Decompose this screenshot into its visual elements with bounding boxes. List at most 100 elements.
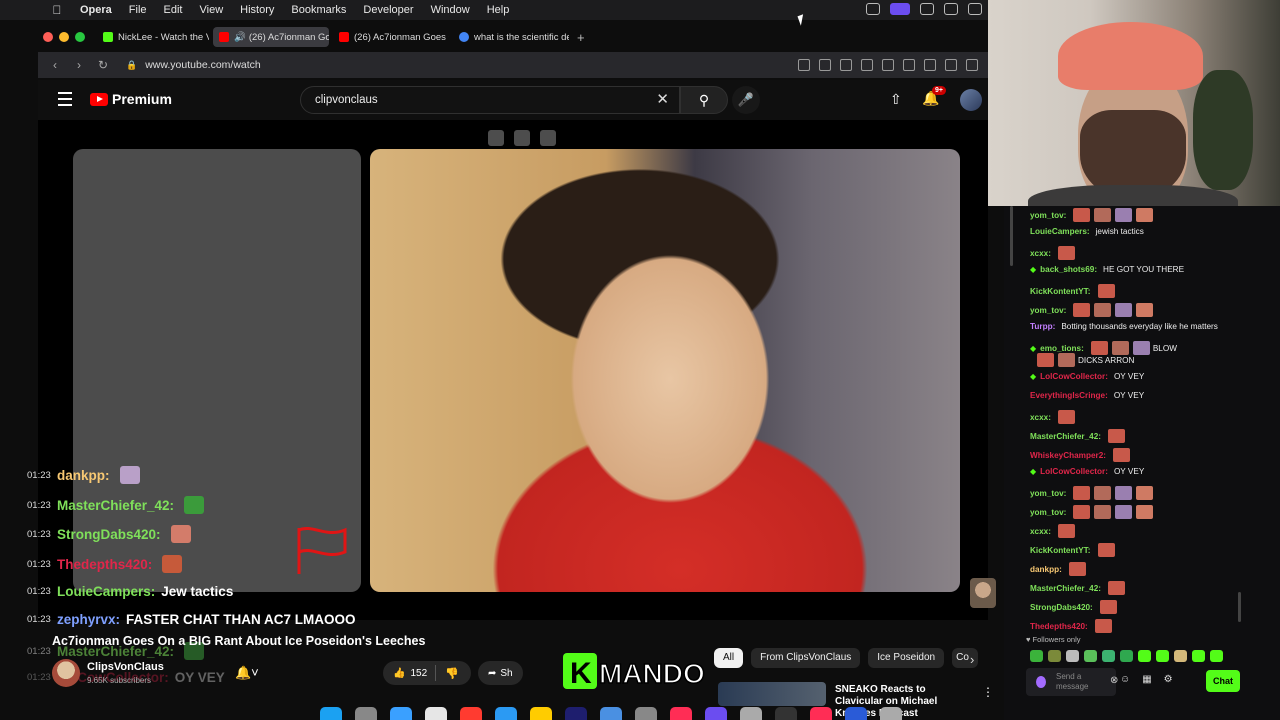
tab-youtube-active[interactable]: 🔊 (26) Ac7ionman Goes O (213, 27, 329, 47)
dock-app-icon[interactable] (740, 707, 762, 720)
chat-username[interactable]: dankpp: (1030, 565, 1062, 574)
shield-icon[interactable] (840, 59, 852, 71)
chat-username[interactable]: MasterChiefer_42: (1030, 584, 1101, 593)
camera-icon[interactable] (819, 59, 831, 71)
close-window-icon[interactable] (43, 32, 53, 42)
menu-file[interactable]: File (129, 4, 147, 16)
chat-username[interactable]: EverythingIsCringe: (1030, 391, 1108, 400)
dock-app-icon[interactable] (705, 707, 727, 720)
chat-username[interactable]: KickKontentYT: (1030, 287, 1091, 296)
dock-app-icon[interactable] (355, 707, 377, 720)
dock-app-icon[interactable] (495, 707, 517, 720)
chat-username[interactable]: xcxx: (1030, 413, 1051, 422)
play-icon[interactable] (861, 59, 873, 71)
recommended-video[interactable]: SNEAKO Reacts to Clavicular on Michael K… (718, 682, 994, 719)
clear-icon[interactable]: ⊗ (1110, 676, 1118, 686)
chat-username[interactable]: LolCowCollector: (1040, 467, 1108, 476)
chat-input[interactable]: Send a message ⊗ (1026, 668, 1118, 696)
new-tab-button[interactable]: + (577, 30, 585, 45)
more-options-icon[interactable]: ⋮ (982, 685, 994, 699)
back-icon[interactable]: ‹ (48, 58, 62, 72)
extension-icon[interactable] (966, 59, 978, 71)
window-icon[interactable] (968, 3, 982, 15)
dock-app-icon[interactable] (810, 707, 832, 720)
like-button[interactable]: 👍 152 (383, 665, 437, 681)
emote-icon[interactable] (1102, 650, 1115, 662)
dock-app-icon[interactable] (320, 707, 342, 720)
scrollbar[interactable] (1010, 206, 1013, 266)
chat-username[interactable]: yom_tov: (1030, 211, 1066, 220)
chat-username[interactable]: LolCowCollector: (1040, 372, 1108, 381)
menu-window[interactable]: Window (431, 4, 470, 16)
dislike-button[interactable]: 👎 (436, 667, 459, 680)
emote-icon[interactable] (1210, 650, 1223, 662)
emote-icon[interactable] (1138, 650, 1151, 662)
chat-send-button[interactable]: Chat (1206, 670, 1240, 692)
emote-icon[interactable] (1156, 650, 1169, 662)
dock-app-icon[interactable] (530, 707, 552, 720)
chat-username[interactable]: LouieCampers: (1030, 227, 1090, 236)
menu-history[interactable]: History (240, 4, 274, 16)
chip-all[interactable]: All (714, 648, 744, 668)
menu-bookmarks[interactable]: Bookmarks (291, 4, 346, 16)
scrollbar[interactable] (1238, 592, 1241, 622)
tray-icon[interactable] (866, 3, 880, 15)
chat-username[interactable]: WhiskeyChamper2: (1030, 451, 1106, 460)
avatar[interactable] (960, 89, 982, 111)
miniplayer-icon[interactable] (488, 130, 504, 146)
settings-icon[interactable]: ⚙ (1164, 674, 1173, 685)
channel-avatar[interactable] (52, 659, 80, 687)
dock-app-icon[interactable] (845, 707, 867, 720)
dock-app-icon[interactable] (390, 707, 412, 720)
emote-icon[interactable] (1048, 650, 1061, 662)
forward-icon[interactable]: › (72, 58, 86, 72)
minimize-window-icon[interactable] (59, 32, 69, 42)
chat-username[interactable]: KickKontentYT: (1030, 546, 1091, 555)
menu-developer[interactable]: Developer (363, 4, 413, 16)
dock-app-icon[interactable] (425, 707, 447, 720)
search-input[interactable]: clipvonclaus ✕ (300, 86, 680, 114)
emote-picker-icon[interactable]: ☺ (1120, 674, 1130, 685)
chat-username[interactable]: xcxx: (1030, 249, 1051, 258)
dock-app-icon[interactable] (635, 707, 657, 720)
clock-icon[interactable] (944, 3, 958, 15)
emote-icon[interactable] (1174, 650, 1187, 662)
calendar-icon[interactable]: ▦ (1142, 674, 1151, 685)
emote-icon[interactable] (1120, 650, 1133, 662)
dock-app-icon[interactable] (670, 707, 692, 720)
chat-username[interactable]: Turpp: (1030, 322, 1055, 331)
profile-icon[interactable] (945, 59, 957, 71)
channel-name[interactable]: ClipsVonClaus (87, 661, 164, 673)
chip-from-channel[interactable]: From ClipsVonClaus (751, 648, 861, 668)
maximize-window-icon[interactable] (75, 32, 85, 42)
chat-username[interactable]: Thedepths420: (1030, 622, 1088, 631)
dock-app-icon[interactable] (880, 707, 902, 720)
dock-app-icon[interactable] (775, 707, 797, 720)
emote-icon[interactable] (1084, 650, 1097, 662)
chat-username[interactable]: yom_tov: (1030, 508, 1066, 517)
chat-username[interactable]: StrongDabs420: (1030, 603, 1093, 612)
heart-icon[interactable] (882, 59, 894, 71)
chat-username[interactable]: emo_tions: (1040, 344, 1084, 353)
dock-app-icon[interactable] (565, 707, 587, 720)
chat-username[interactable]: yom_tov: (1030, 489, 1066, 498)
notifications-icon[interactable]: 🔔 9+ (922, 86, 946, 107)
mic-icon[interactable]: 🎤 (732, 86, 760, 114)
chat-username[interactable]: back_shots69: (1040, 265, 1097, 274)
emote-icon[interactable] (1030, 650, 1043, 662)
tray-icon[interactable] (920, 3, 934, 15)
emote-icon[interactable] (1192, 650, 1205, 662)
speaker-icon[interactable]: 🔊 (234, 32, 246, 43)
search-button[interactable]: ⚲ (680, 86, 728, 114)
emote-icon[interactable] (1066, 650, 1079, 662)
screen-record-icon[interactable] (890, 3, 910, 15)
menu-app[interactable]: Opera (80, 4, 112, 16)
video-player[interactable] (38, 120, 996, 620)
clear-search-icon[interactable]: ✕ (656, 87, 669, 113)
hamburger-icon[interactable] (58, 92, 72, 106)
effects-icon[interactable] (514, 130, 530, 146)
dock-app-icon[interactable] (460, 707, 482, 720)
chip-ice-poseidon[interactable]: Ice Poseidon (868, 648, 945, 668)
subscription-bell-icon[interactable]: 🔔˅ (235, 665, 259, 681)
menu-help[interactable]: Help (487, 4, 510, 16)
